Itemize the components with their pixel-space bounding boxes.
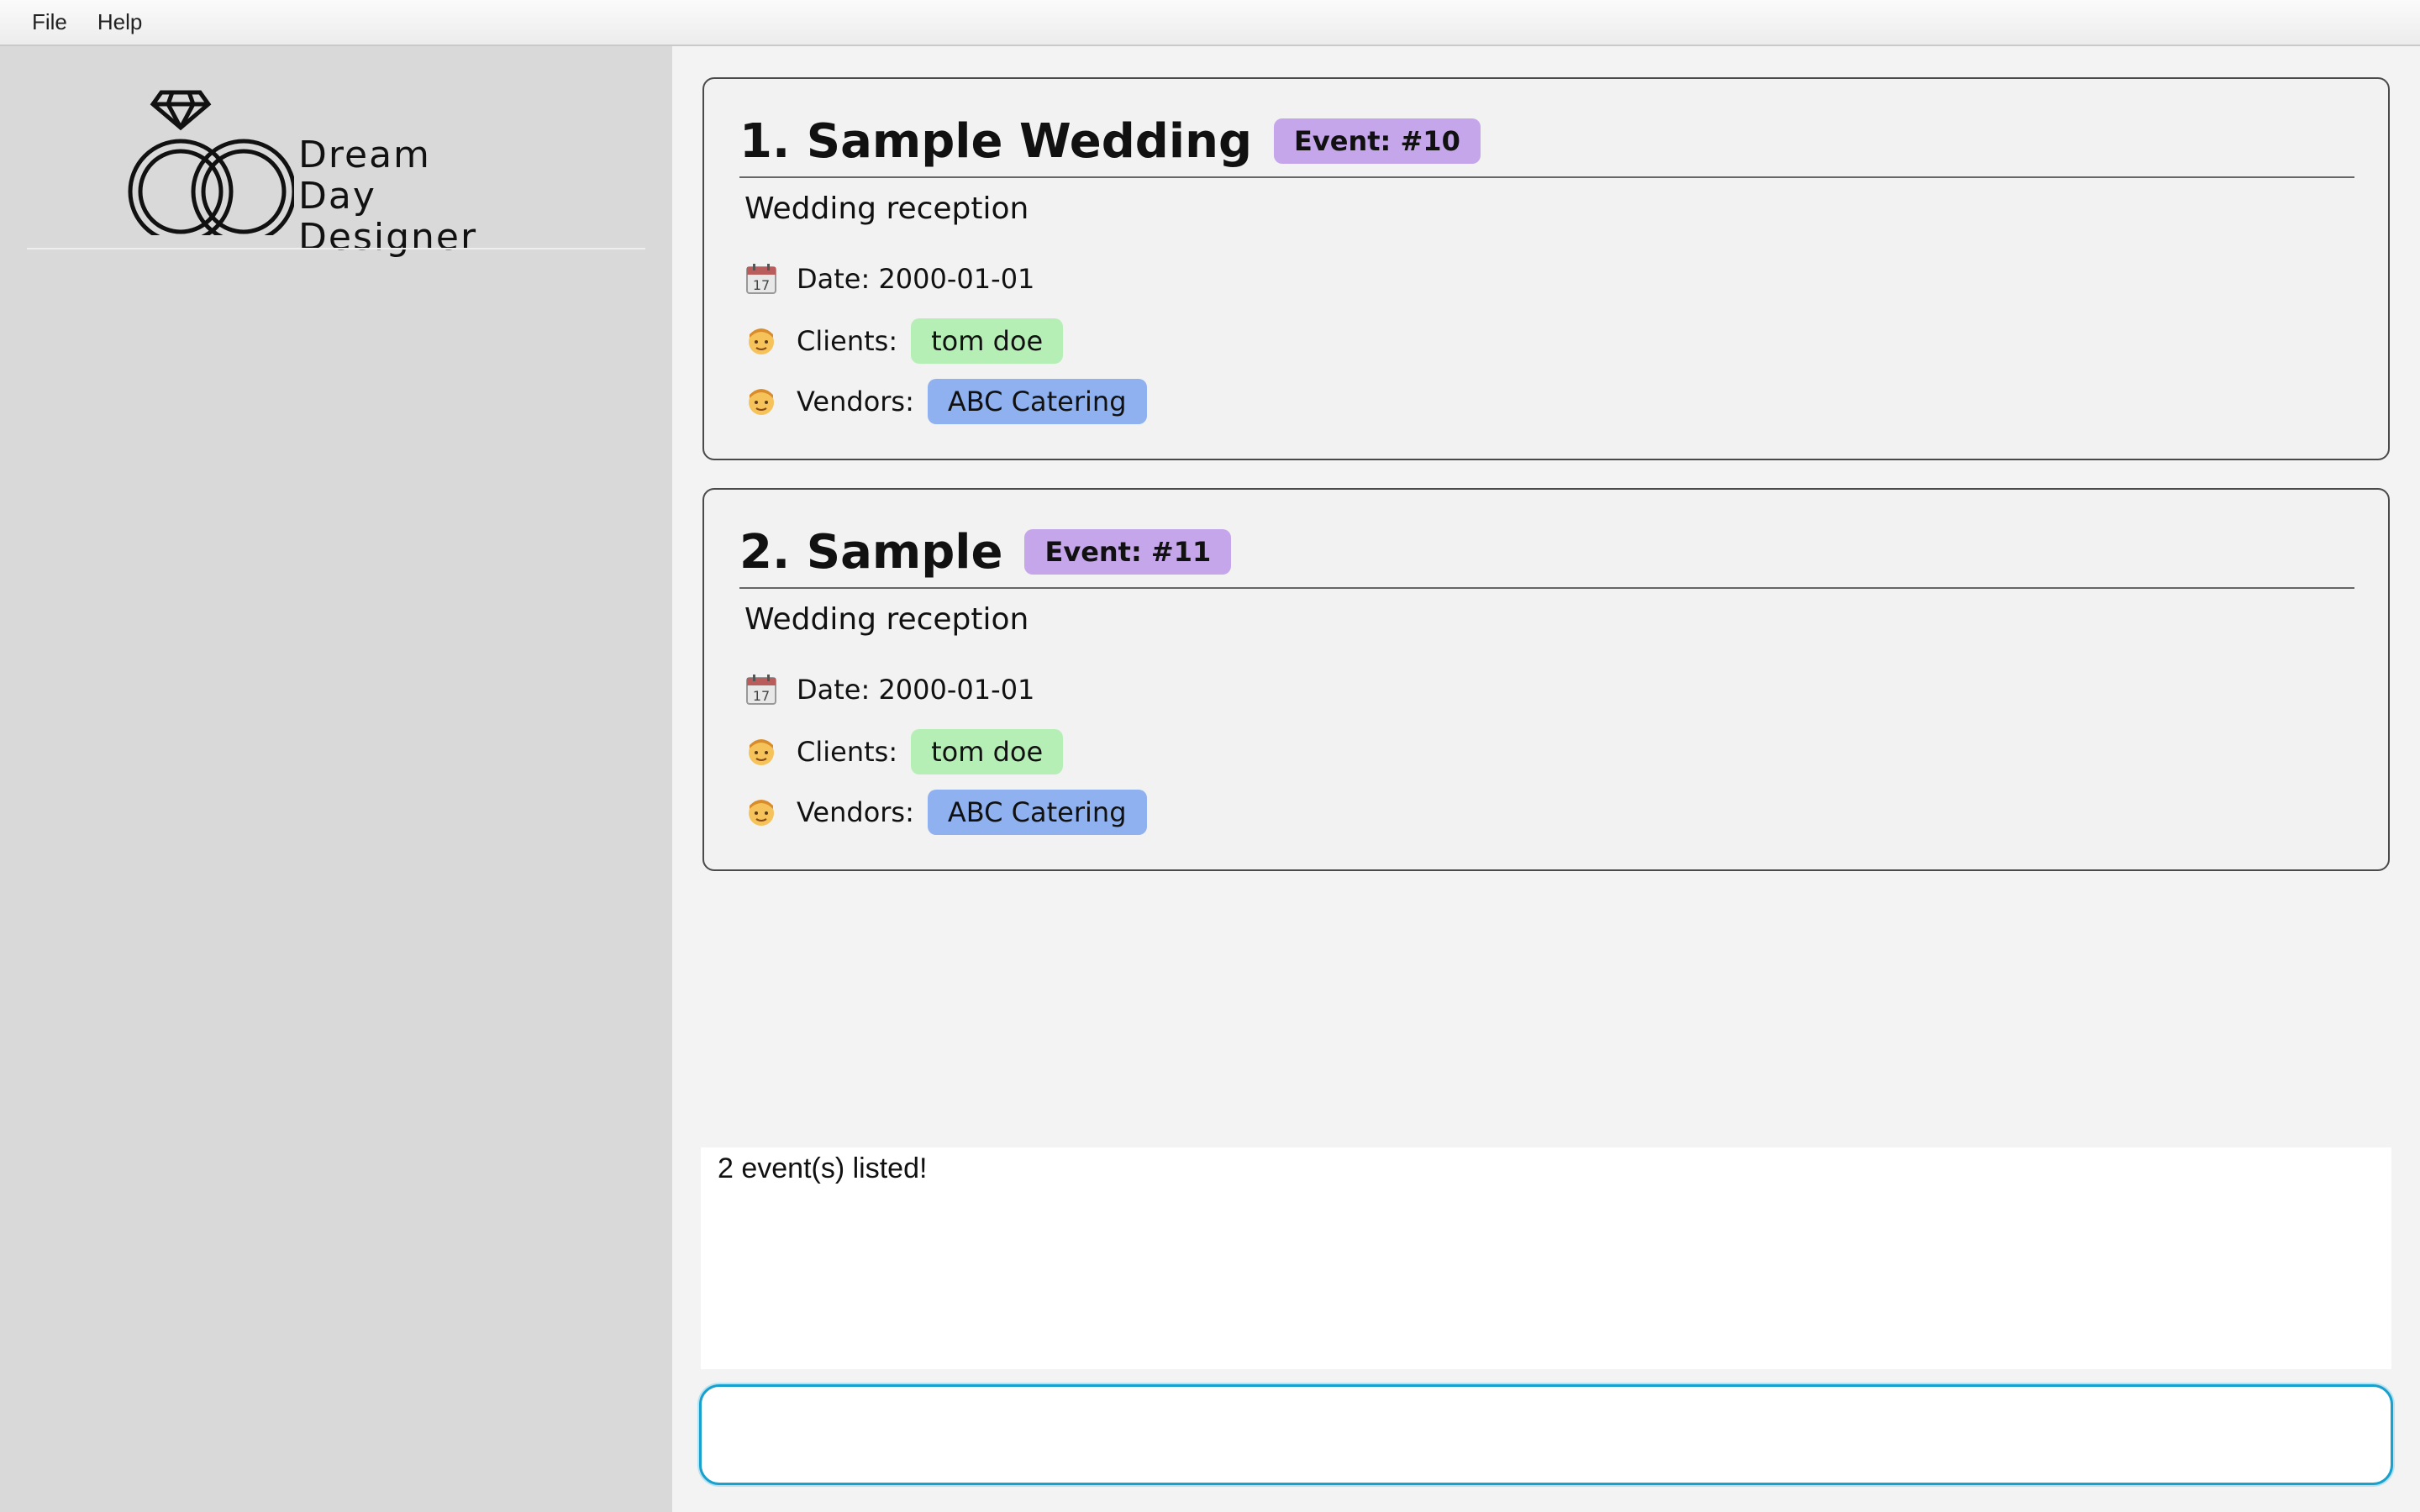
clients-label: Clients: <box>797 736 898 768</box>
event-clients-row: Clients: tom doe <box>743 729 1064 774</box>
event-title: 2. Sample <box>739 524 1003 580</box>
vendors-label: Vendors: <box>797 796 914 828</box>
clients-label: Clients: <box>797 325 898 357</box>
client-tag: tom doe <box>911 729 1064 774</box>
wedding-rings-icon <box>128 90 294 235</box>
menu-bar: File Help <box>0 0 2420 46</box>
event-id-badge: Event: #10 <box>1274 118 1481 164</box>
event-description: Wedding reception <box>744 192 1029 226</box>
result-message: 2 event(s) listed! <box>718 1152 928 1184</box>
calendar-icon: 17 <box>743 260 780 297</box>
menu-file[interactable]: File <box>17 9 82 35</box>
card-divider <box>739 176 2354 178</box>
event-id-badge: Event: #11 <box>1024 529 1232 575</box>
calendar-icon: 17 <box>743 671 780 708</box>
event-date: Date: 2000-01-01 <box>797 674 1035 706</box>
logo-line-3: Designer <box>298 216 478 259</box>
person-icon <box>743 383 780 420</box>
svg-text:17: 17 <box>753 688 770 704</box>
logo-line-1: Dream <box>298 134 431 176</box>
event-vendors-row: Vendors: ABC Catering <box>743 379 1147 424</box>
person-icon <box>743 794 780 831</box>
event-card[interactable]: 2. Sample Event: #11 Wedding reception 1… <box>702 488 2390 871</box>
event-card-header: 2. Sample Event: #11 <box>739 518 2354 585</box>
event-date-row: 17 Date: 2000-01-01 <box>743 671 1034 708</box>
menu-help[interactable]: Help <box>82 9 157 35</box>
result-display[interactable]: 2 event(s) listed! <box>701 1147 2391 1369</box>
vendors-label: Vendors: <box>797 386 914 417</box>
event-title: 1. Sample Wedding <box>739 113 1253 169</box>
card-divider <box>739 587 2354 589</box>
command-input[interactable] <box>699 1384 2393 1485</box>
svg-text:17: 17 <box>753 277 770 293</box>
app-logo: Dream Day Designer <box>126 84 479 258</box>
logo-line-2: Day <box>298 175 376 218</box>
event-clients-row: Clients: tom doe <box>743 318 1064 364</box>
person-icon <box>743 733 780 770</box>
event-date-row: 17 Date: 2000-01-01 <box>743 260 1034 297</box>
sidebar-divider <box>27 248 645 249</box>
vendor-tag: ABC Catering <box>927 790 1147 835</box>
event-card-header: 1. Sample Wedding Event: #10 <box>739 108 2354 175</box>
event-card[interactable]: 1. Sample Wedding Event: #10 Wedding rec… <box>702 77 2390 460</box>
logo-text: Dream Day Designer <box>298 134 477 258</box>
sidebar: Dream Day Designer <box>0 46 672 1512</box>
event-description: Wedding reception <box>744 602 1029 637</box>
event-vendors-row: Vendors: ABC Catering <box>743 790 1147 835</box>
vendor-tag: ABC Catering <box>927 379 1147 424</box>
event-date: Date: 2000-01-01 <box>797 263 1035 295</box>
client-tag: tom doe <box>911 318 1064 364</box>
person-icon <box>743 323 780 360</box>
